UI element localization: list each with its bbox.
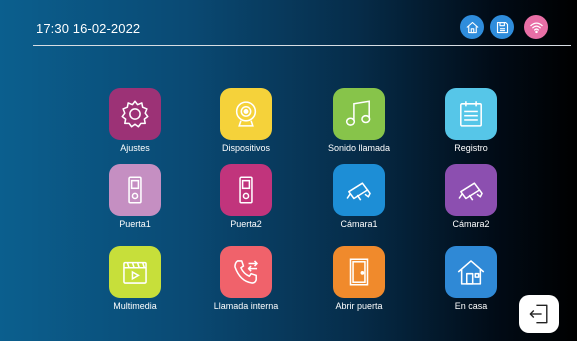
tile-multimedia-label: Multimedia [113, 301, 157, 311]
tile-sonido-llamada-label: Sonido llamada [327, 143, 391, 153]
tile-llamada-interna-label: Llamada interna [213, 301, 279, 311]
gear-icon [121, 100, 149, 128]
tile-ajustes-label: Ajustes [120, 143, 150, 153]
save-icon[interactable] [490, 15, 514, 39]
tile-en-casa-label: En casa [454, 301, 488, 311]
exit-icon [529, 304, 548, 324]
tile-ajustes-icon-box[interactable] [109, 88, 161, 140]
tile-sonido-llamada-icon-box[interactable] [333, 88, 385, 140]
wifi-icon[interactable] [524, 15, 548, 39]
tile-multimedia[interactable]: Multimedia [85, 246, 185, 336]
tile-dispositivos-icon-box[interactable] [220, 88, 272, 140]
log-icon [460, 101, 482, 127]
exit-button[interactable] [519, 295, 559, 333]
tile-registro-icon-box[interactable] [445, 88, 497, 140]
tile-abrir-puerta[interactable]: Abrir puerta [309, 246, 409, 336]
tile-puerta1[interactable]: Puerta1 [85, 164, 185, 254]
door-station-icon [239, 176, 253, 204]
phone-transfer-icon [234, 260, 258, 284]
home-screen: 17:30 16-02-2022 Ajustes Dispositivos So… [0, 0, 577, 341]
tile-camara1-label: Cámara1 [340, 219, 378, 229]
status-datetime: 17:30 16-02-2022 [36, 21, 141, 36]
tile-puerta1-icon-box[interactable] [109, 164, 161, 216]
tile-camara2-icon-box[interactable] [445, 164, 497, 216]
tile-llamada-interna-icon-box[interactable] [220, 246, 272, 298]
tile-camara2[interactable]: Cámara2 [421, 164, 521, 254]
cctv-camera-icon [346, 182, 371, 201]
home-status-icon[interactable] [460, 15, 484, 39]
tile-llamada-interna[interactable]: Llamada interna [196, 246, 296, 336]
tile-dispositivos-label: Dispositivos [221, 143, 270, 153]
clapperboard-icon [123, 261, 147, 284]
tile-abrir-puerta-icon-box[interactable] [333, 246, 385, 298]
open-door-icon [349, 258, 369, 286]
door-station-icon [128, 176, 142, 204]
tile-puerta2-label: Puerta2 [230, 219, 262, 229]
tile-puerta1-label: Puerta1 [119, 219, 151, 229]
music-note-icon [345, 100, 371, 126]
tile-multimedia-icon-box[interactable] [109, 246, 161, 298]
tile-registro-label: Registro [454, 143, 488, 153]
cctv-camera-icon [458, 182, 483, 201]
tile-camara1[interactable]: Cámara1 [309, 164, 409, 254]
tile-puerta2[interactable]: Puerta2 [196, 164, 296, 254]
tile-en-casa-icon-box[interactable] [445, 246, 497, 298]
status-bar: 17:30 16-02-2022 [0, 0, 577, 46]
house-icon [457, 260, 485, 285]
status-divider [33, 45, 571, 46]
tile-camara1-icon-box[interactable] [333, 164, 385, 216]
webcam-icon [235, 101, 257, 127]
tile-puerta2-icon-box[interactable] [220, 164, 272, 216]
tile-camara2-label: Cámara2 [452, 219, 490, 229]
tile-en-casa[interactable]: En casa [421, 246, 521, 336]
tile-abrir-puerta-label: Abrir puerta [335, 301, 383, 311]
